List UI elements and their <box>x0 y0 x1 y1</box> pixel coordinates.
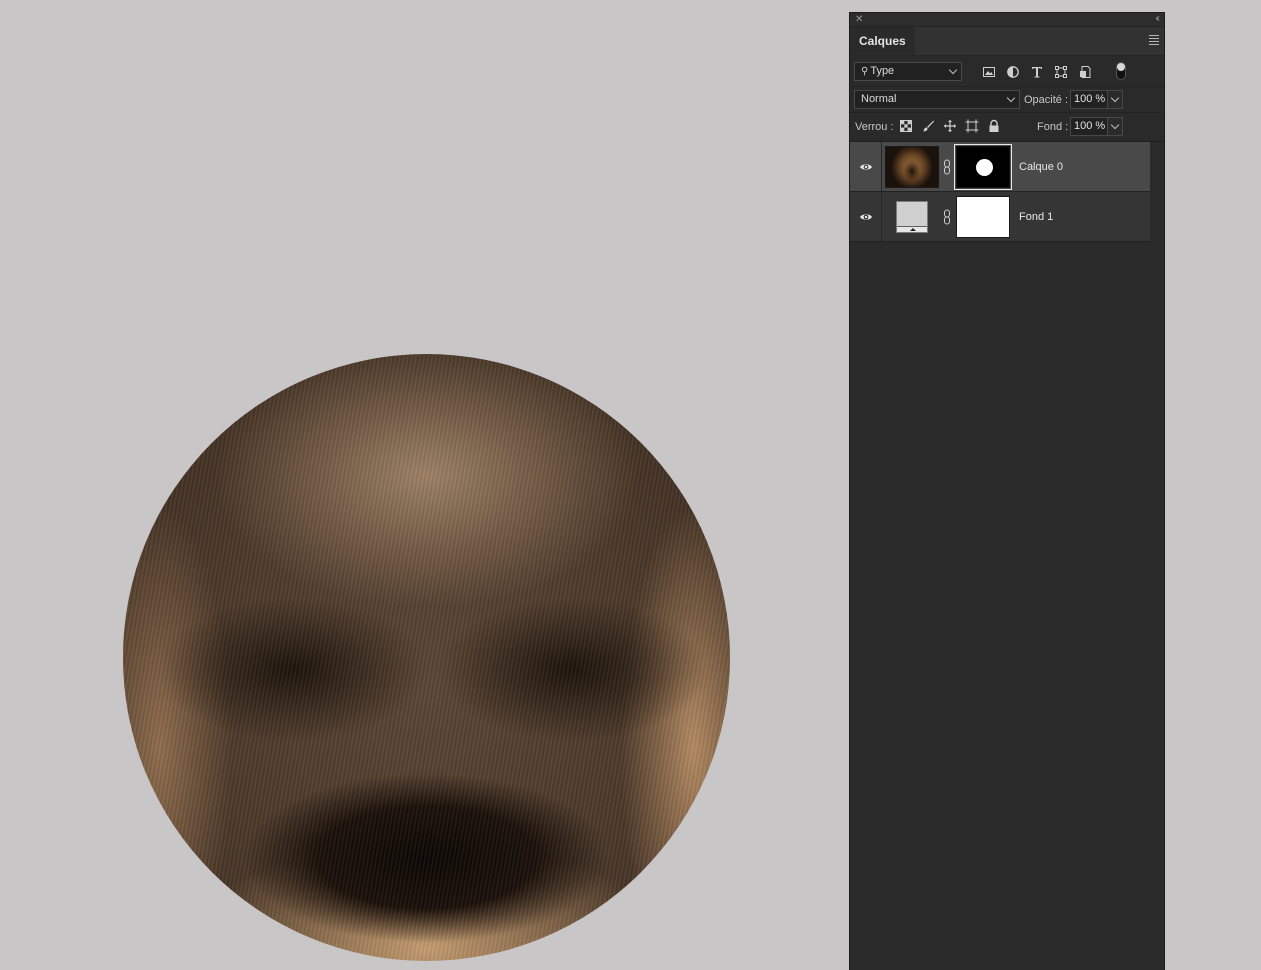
panel-tab-bar: Calques <box>850 27 1164 56</box>
filter-row: ⚲ Type <box>850 56 1164 87</box>
fill-indicator-icon <box>910 228 916 231</box>
layer-list: Calque 0 Fond 1 <box>850 142 1150 243</box>
collapse-icon[interactable]: ‹‹ <box>1155 13 1159 25</box>
canvas-image-lion[interactable] <box>123 354 730 961</box>
layer-row-calque-0[interactable]: Calque 0 <box>850 142 1150 192</box>
fill-label: Fond : <box>1037 121 1069 133</box>
lock-label: Verrou : <box>855 121 894 133</box>
text-filter-icon[interactable] <box>1030 65 1044 79</box>
panel-titlebar: ✕ ‹‹ <box>850 13 1164 27</box>
fur-texture <box>123 354 730 961</box>
chevron-down-icon <box>1006 93 1016 103</box>
smart-object-filter-icon[interactable] <box>1078 65 1092 79</box>
filter-type-select[interactable]: ⚲ Type <box>854 62 962 81</box>
lock-position-move-icon[interactable] <box>943 119 957 133</box>
visibility-column <box>850 142 882 191</box>
layer-thumbnail-lion[interactable] <box>885 146 939 188</box>
eye-icon[interactable] <box>859 160 873 174</box>
layer-name[interactable]: Calque 0 <box>1019 160 1063 174</box>
opacity-input[interactable]: 100 % <box>1070 90 1108 109</box>
opacity-dropdown[interactable] <box>1107 90 1123 109</box>
blend-row: Normal Opacité : 100 % <box>850 86 1164 113</box>
eye-icon[interactable] <box>859 210 873 224</box>
chevron-down-icon <box>1110 120 1120 130</box>
tab-layers-label: Calques <box>859 34 906 48</box>
layers-panel: ✕ ‹‹ Calques ⚲ Type Normal Opacité: 100… <box>849 12 1165 970</box>
layer-name[interactable]: Fond 1 <box>1019 210 1053 224</box>
chevron-down-icon <box>948 65 958 75</box>
shape-filter-icon[interactable] <box>1054 65 1068 79</box>
blend-mode-select[interactable]: Normal <box>854 90 1020 109</box>
lock-artboard-icon[interactable] <box>965 119 979 133</box>
layer-mask-thumbnail[interactable] <box>956 196 1010 238</box>
link-chain-icon[interactable] <box>943 209 951 225</box>
fill-dropdown[interactable] <box>1107 117 1123 136</box>
lock-transparency-icon[interactable] <box>899 119 913 133</box>
mask-circle-shape <box>976 159 993 176</box>
panel-menu-icon[interactable] <box>1149 35 1159 47</box>
visibility-column <box>850 192 882 241</box>
opacity-label: Opacité : <box>1024 94 1069 106</box>
lock-all-icon[interactable] <box>987 119 1001 133</box>
search-icon: ⚲ <box>861 66 869 77</box>
filter-toggle-switch[interactable] <box>1116 62 1126 80</box>
link-chain-icon[interactable] <box>943 159 951 175</box>
blend-mode-value: Normal <box>861 93 897 105</box>
image-filter-icon[interactable] <box>982 65 996 79</box>
toggle-knob <box>1117 63 1125 71</box>
fill-layer-thumbnail[interactable] <box>896 201 928 233</box>
fill-input[interactable]: 100 % <box>1070 117 1108 136</box>
lock-pixels-brush-icon[interactable] <box>921 119 935 133</box>
adjustment-filter-icon[interactable] <box>1006 65 1020 79</box>
layer-mask-thumbnail[interactable] <box>954 144 1012 190</box>
close-icon[interactable]: ✕ <box>855 14 863 25</box>
chevron-down-icon <box>1110 93 1120 103</box>
lock-row: Verrou : Fond : 100 % <box>850 113 1164 142</box>
tab-layers[interactable]: Calques <box>850 27 915 55</box>
filter-type-value: Type <box>870 65 895 77</box>
layer-row-fond-1[interactable]: Fond 1 <box>850 192 1150 242</box>
